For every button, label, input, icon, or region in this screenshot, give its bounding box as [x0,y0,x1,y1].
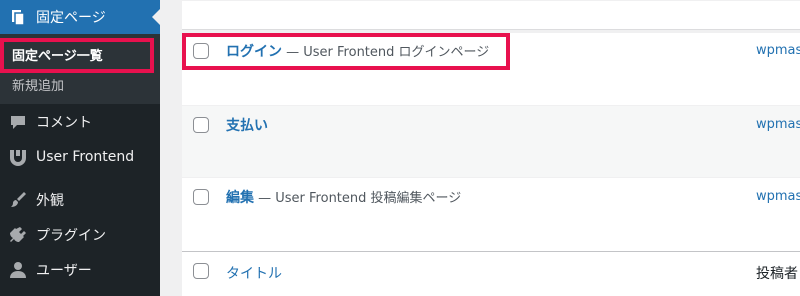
row-checkbox[interactable] [193,117,209,133]
menu-users[interactable]: ユーザー [0,253,160,287]
user-icon [0,261,36,279]
row-title: 支払い [226,115,268,135]
highlight-box-login-row [182,33,510,70]
menu-plugins[interactable]: プラグイン [0,218,160,252]
pages-list-table: ログイン — User Frontend ログインページ wpmast 支払い … [160,0,800,296]
paintbrush-icon [0,191,36,209]
page-title-suffix: — User Frontend 投稿編集ページ [254,191,462,206]
row-checkbox[interactable] [193,189,209,205]
admin-sidebar: 固定ページ 固定ページ一覧 新規追加 コメント User Frontend 外観… [0,0,160,296]
table-row: 編集 — User Frontend 投稿編集ページ wpmast [182,177,800,251]
menu-user-frontend-label: User Frontend [36,149,135,165]
page-title-link[interactable]: 支払い [226,118,268,134]
menu-comments-label: コメント [36,115,92,131]
menu-appearance[interactable]: 外観 [0,183,160,217]
menu-pages-label: 固定ページ [36,10,106,26]
menu-users-label: ユーザー [36,263,92,279]
table-row [182,0,800,30]
pages-icon [0,8,36,26]
table-footer-row: タイトル 投稿者 [182,251,800,296]
comment-icon [0,113,36,131]
row-author[interactable]: wpmast [756,117,800,132]
highlight-box-all-pages [0,38,154,73]
plugin-icon [0,226,36,244]
row-author[interactable]: wpmast [756,43,800,58]
author-column-header: 投稿者 [756,266,798,282]
user-frontend-icon [0,148,36,166]
table-row: 支払い wpmast [182,105,800,177]
menu-comments[interactable]: コメント [0,105,160,139]
menu-user-frontend[interactable]: User Frontend [0,140,160,174]
submenu-add-new[interactable]: 新規追加 [12,75,64,94]
menu-pages[interactable]: 固定ページ [0,0,160,34]
row-title: 編集 — User Frontend 投稿編集ページ [226,187,461,207]
select-all-checkbox[interactable] [193,263,209,279]
menu-plugins-label: プラグイン [36,228,106,244]
page-title-link[interactable]: 編集 [226,190,254,206]
title-column-header[interactable]: タイトル [226,263,282,283]
row-author[interactable]: wpmast [756,189,800,204]
current-menu-arrow [152,9,160,25]
menu-appearance-label: 外観 [36,193,64,209]
